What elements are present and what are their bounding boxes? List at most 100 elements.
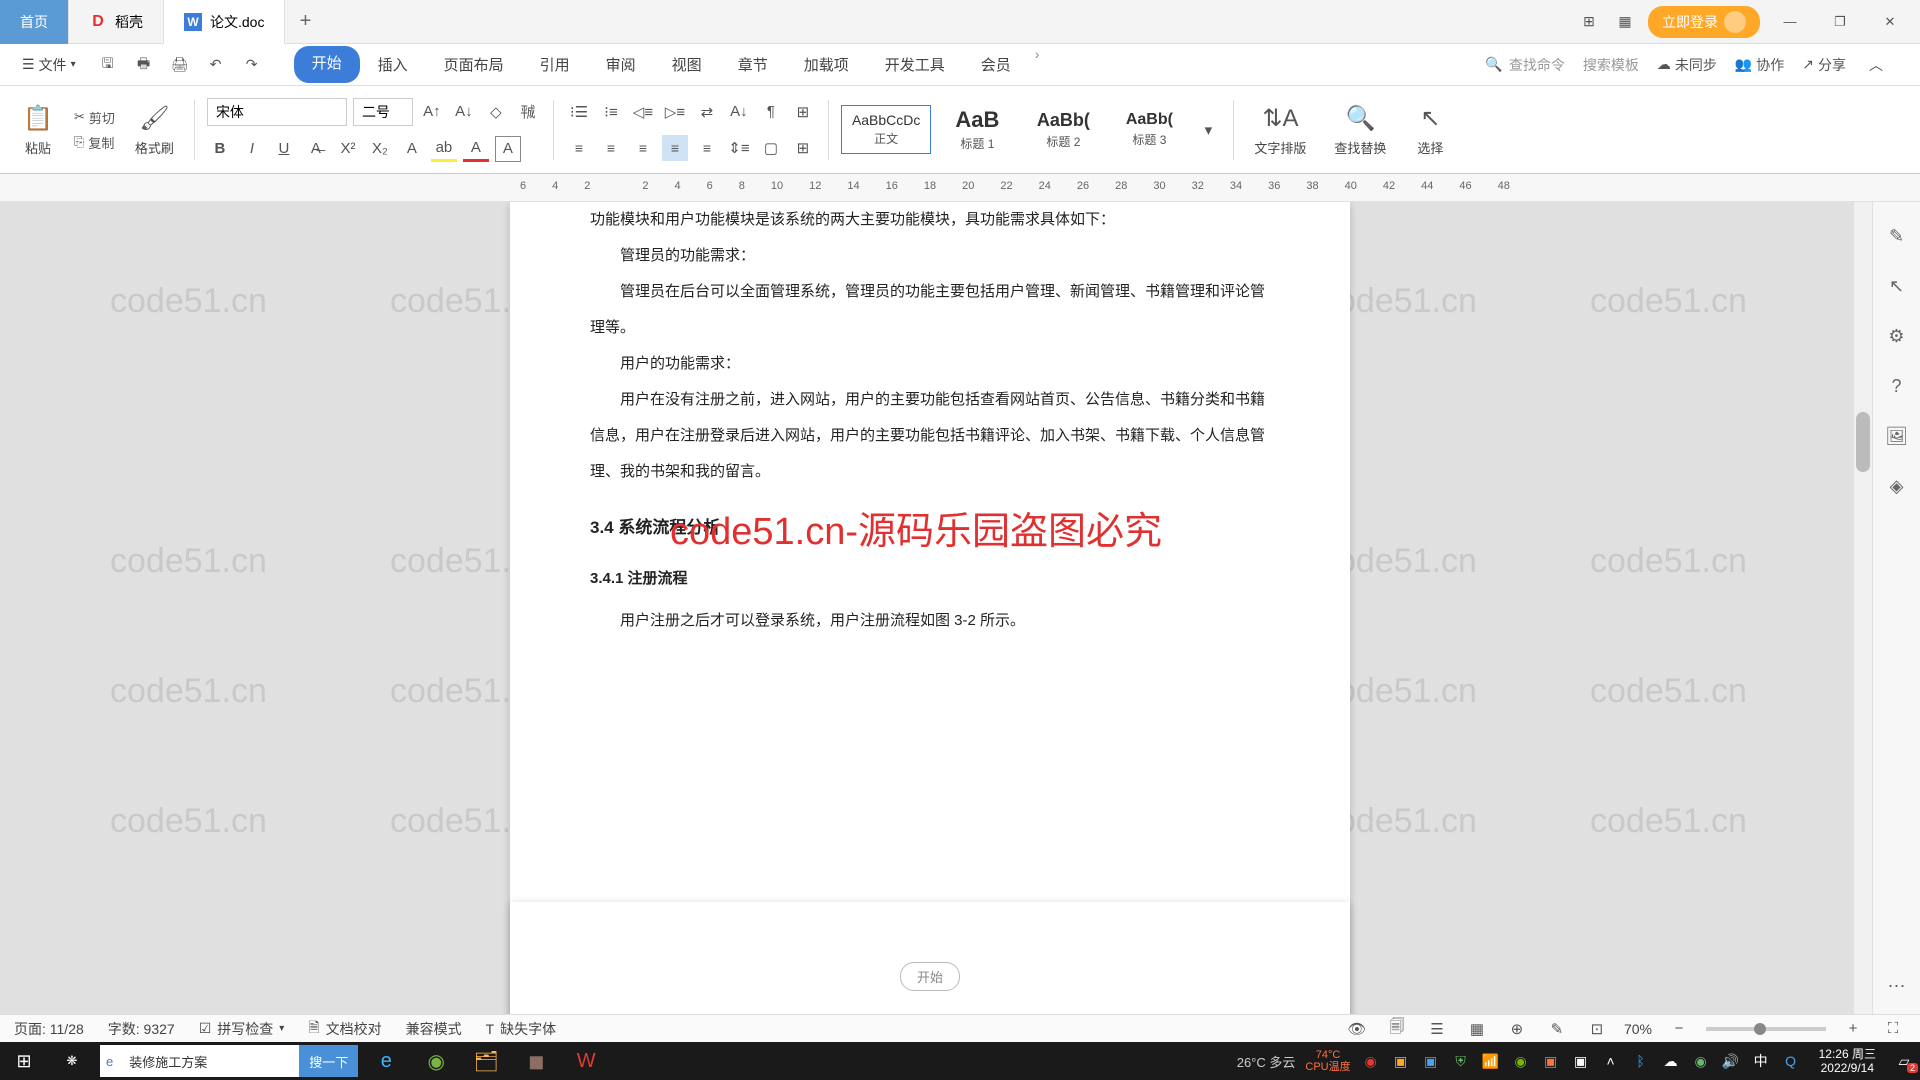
word-count[interactable]: 字数: 9327 <box>108 1019 175 1039</box>
align-justify-icon[interactable]: ≡ <box>662 135 688 161</box>
style-normal[interactable]: AaBbCcDc 正文 <box>841 105 931 154</box>
borders-icon[interactable]: ⊞ <box>790 135 816 161</box>
bluetooth-icon[interactable]: ᛒ <box>1631 1051 1651 1071</box>
pen-icon[interactable]: ✎ <box>1883 222 1911 250</box>
search-command[interactable]: 🔍 查找命令 <box>1485 55 1564 75</box>
outline-view-icon[interactable]: ☰ <box>1424 1016 1450 1042</box>
compat-mode[interactable]: 兼容模式 <box>406 1019 462 1039</box>
zoom-slider[interactable] <box>1706 1027 1826 1031</box>
explorer-icon[interactable]: 🗂 <box>462 1042 510 1080</box>
tray-up-icon[interactable]: ˄ <box>1601 1051 1621 1071</box>
copilot-icon[interactable]: ❋ <box>48 1042 96 1080</box>
weather[interactable]: 26°C 多云 <box>1237 1052 1296 1071</box>
login-button[interactable]: 立即登录 <box>1648 6 1760 38</box>
wifi-icon[interactable]: 📶 <box>1481 1051 1501 1071</box>
italic-button[interactable]: I <box>239 136 265 162</box>
taskbar-search[interactable]: e 搜一下 <box>100 1045 358 1077</box>
tray-icon-2[interactable]: ▣ <box>1391 1051 1411 1071</box>
paste-label[interactable]: 粘贴 <box>25 138 51 157</box>
align-left-icon[interactable]: ≡ <box>566 135 592 161</box>
zoom-level[interactable]: 70% <box>1624 1021 1652 1037</box>
document-page[interactable]: 功能模块和用户功能模块是该系统的两大主要功能模块，具功能需求具体如下： 管理员的… <box>510 202 1350 1014</box>
underline-button[interactable]: U <box>271 136 297 162</box>
tray-app2-icon[interactable]: ▣ <box>1571 1051 1591 1071</box>
ie-icon[interactable]: e <box>362 1042 410 1080</box>
print-view-icon[interactable]: ⊕ <box>1504 1016 1530 1042</box>
coop-button[interactable]: 👥 协作 <box>1735 55 1784 75</box>
layout-icon[interactable]: ⊞ <box>1576 9 1602 35</box>
shading-icon[interactable]: ▢ <box>758 135 784 161</box>
asian-spacing-icon[interactable]: ⇄ <box>694 99 720 125</box>
tray-shield-icon[interactable]: ⛨ <box>1451 1051 1471 1071</box>
search-template[interactable]: 搜索模板 <box>1583 55 1639 75</box>
tab-view[interactable]: 视图 <box>654 46 720 83</box>
tab-reference[interactable]: 引用 <box>522 46 588 83</box>
volume-icon[interactable]: 🔊 <box>1721 1051 1741 1071</box>
brush-icon[interactable]: 🖌 <box>138 102 170 134</box>
tab-document[interactable]: W 论文.doc <box>164 0 285 44</box>
page-start-button[interactable]: 开始 <box>900 962 960 991</box>
undo-icon[interactable]: ↶ <box>204 53 228 77</box>
decrease-indent-icon[interactable]: ◁≡ <box>630 99 656 125</box>
copy-button[interactable]: ⎘复制 <box>74 133 115 152</box>
numbering-icon[interactable]: ⁝≡ <box>598 99 624 125</box>
bullets-icon[interactable]: ⁝☰ <box>566 99 592 125</box>
clock[interactable]: 12:26 周三2022/9/14 <box>1811 1047 1884 1076</box>
vertical-scrollbar[interactable] <box>1854 202 1872 1014</box>
tab-devtools[interactable]: 开发工具 <box>867 46 963 83</box>
tab-add[interactable]: + <box>285 10 325 33</box>
tabs-icon[interactable]: ⊞ <box>790 99 816 125</box>
close-button[interactable]: ✕ <box>1870 7 1910 37</box>
paste-icon[interactable]: 📋 <box>22 102 54 134</box>
show-marks-icon[interactable]: ¶ <box>758 99 784 125</box>
distribute-icon[interactable]: ≡ <box>694 135 720 161</box>
tab-layout[interactable]: 页面布局 <box>426 46 522 83</box>
format-painter-label[interactable]: 格式刷 <box>135 138 174 157</box>
cpu-temp[interactable]: 74°CCPU温度 <box>1305 1049 1350 1073</box>
tab-review[interactable]: 审阅 <box>588 46 654 83</box>
styles-more-icon[interactable]: ▾ <box>1195 117 1221 143</box>
ruler[interactable]: 6422468101214161820222426283032343638404… <box>0 174 1920 202</box>
web-view-icon[interactable]: ▦ <box>1464 1016 1490 1042</box>
notifications-icon[interactable]: ▱2 <box>1894 1051 1914 1071</box>
onedrive-icon[interactable]: ☁ <box>1661 1051 1681 1071</box>
shrink-font-icon[interactable]: A↓ <box>451 99 477 125</box>
proof-button[interactable]: 🗎文档校对 <box>308 1017 381 1041</box>
document-page-next[interactable]: 开始 <box>510 902 1350 1014</box>
zoom-out-icon[interactable]: − <box>1666 1016 1692 1042</box>
tab-docke[interactable]: D 稻壳 <box>69 0 164 44</box>
cut-button[interactable]: ✂剪切 <box>74 108 115 127</box>
wps-icon[interactable]: W <box>562 1042 610 1080</box>
zoom-in-icon[interactable]: + <box>1840 1016 1866 1042</box>
tabs-more-icon[interactable]: › <box>1029 46 1046 83</box>
clear-format-icon[interactable]: ◇ <box>483 99 509 125</box>
nvidia-icon[interactable]: ◉ <box>1511 1051 1531 1071</box>
tray-green-icon[interactable]: ◉ <box>1691 1051 1711 1071</box>
ruler-icon[interactable]: ⊡ <box>1584 1016 1610 1042</box>
tray-q-icon[interactable]: Q <box>1781 1051 1801 1071</box>
read-view-icon[interactable]: 🗐 <box>1384 1016 1410 1042</box>
print-preview-icon[interactable]: 🖶 <box>132 53 156 77</box>
search-input[interactable] <box>119 1054 299 1069</box>
text-effect-icon[interactable]: A <box>399 136 425 162</box>
slider-icon[interactable]: ⚙ <box>1883 322 1911 350</box>
phonetic-icon[interactable]: ㍻ <box>515 99 541 125</box>
share-button[interactable]: ↗ 分享 <box>1802 55 1846 75</box>
apps-icon[interactable]: ▦ <box>1612 9 1638 35</box>
ime-indicator[interactable]: 中 <box>1751 1051 1771 1071</box>
bold-button[interactable]: B <box>207 136 233 162</box>
tab-addons[interactable]: 加载项 <box>786 46 867 83</box>
highlight-icon[interactable]: ab <box>431 136 457 162</box>
file-menu[interactable]: ☰ 文件 ▾ <box>12 55 86 75</box>
edit-mode-icon[interactable]: ✎ <box>1544 1016 1570 1042</box>
sort-icon[interactable]: A↓ <box>726 99 752 125</box>
app-green-icon[interactable]: ◉ <box>412 1042 460 1080</box>
select-group[interactable]: ↖ 选择 <box>1406 102 1454 157</box>
scrollbar-thumb[interactable] <box>1856 412 1870 472</box>
tray-icon-3[interactable]: ▣ <box>1421 1051 1441 1071</box>
line-spacing-icon[interactable]: ⇕≡ <box>726 135 752 161</box>
minimize-button[interactable]: — <box>1770 7 1810 37</box>
tab-chapter[interactable]: 章节 <box>720 46 786 83</box>
page-info[interactable]: 页面: 11/28 <box>14 1019 84 1039</box>
print-icon[interactable]: 🖨 <box>168 53 192 77</box>
